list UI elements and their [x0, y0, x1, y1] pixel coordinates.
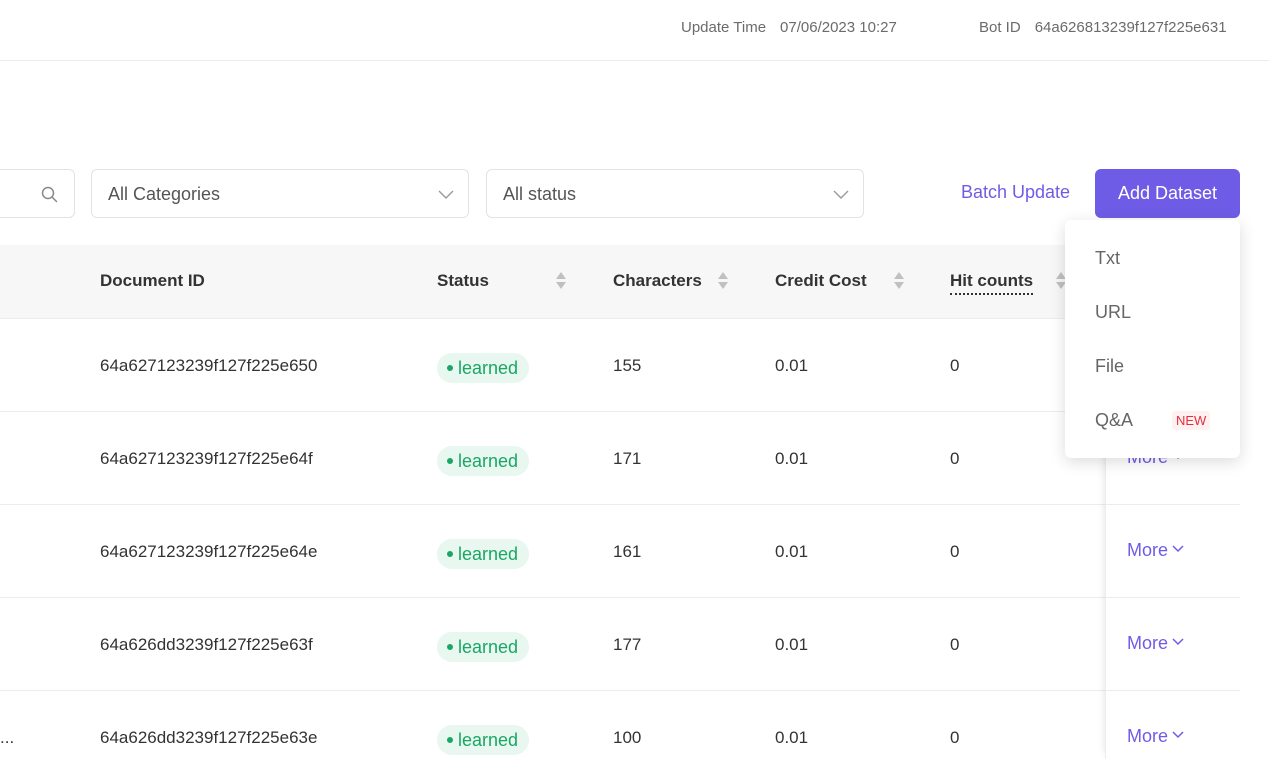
update-time-value: 07/06/2023 10:27	[780, 19, 897, 36]
status-badge: learned	[437, 353, 530, 383]
column-header-credit-cost[interactable]: Credit Cost	[775, 271, 867, 291]
characters-cell: 177	[613, 635, 642, 654]
table-row: 64a627123239f127f225e650 learned 155 0.0…	[0, 319, 1240, 412]
document-id-cell: 64a627123239f127f225e650	[100, 356, 318, 375]
sort-icon[interactable]	[718, 272, 728, 290]
add-dataset-menu: Txt URL File Q&A NEW	[1065, 220, 1240, 458]
status-badge: learned	[437, 632, 530, 662]
hit-counts-cell: 0	[950, 449, 960, 468]
credit-cost-cell: 0.01	[775, 449, 809, 468]
hit-counts-cell: 0	[950, 356, 960, 375]
status-badge-label: learned	[458, 358, 519, 378]
chevron-down-icon	[833, 190, 849, 199]
add-dataset-button[interactable]: Add Dataset	[1095, 169, 1240, 218]
document-id-cell: 64a626dd3239f127f225e63e	[100, 728, 318, 747]
chevron-down-icon	[1172, 731, 1184, 739]
menu-item-qa[interactable]: Q&A	[1095, 410, 1133, 431]
truncated-name-cell: ...	[0, 728, 15, 747]
new-badge: NEW	[1172, 411, 1211, 430]
column-header-status[interactable]: Status	[437, 271, 489, 291]
more-button-label: More	[1127, 540, 1169, 560]
batch-update-link[interactable]: Batch Update	[961, 182, 1070, 203]
status-badge: learned	[437, 446, 530, 476]
hit-counts-cell: 0	[950, 635, 960, 654]
status-badge-label: learned	[458, 637, 519, 657]
status-select-value: All status	[503, 184, 577, 204]
status-badge-label: learned	[458, 544, 519, 564]
column-header-hit-counts[interactable]: Hit counts	[950, 271, 1034, 295]
status-badge-label: learned	[458, 730, 519, 750]
chevron-down-icon	[1172, 545, 1184, 553]
status-select[interactable]: All status	[486, 169, 864, 218]
characters-cell: 100	[613, 728, 642, 747]
search-input[interactable]	[0, 169, 75, 218]
update-time: Update Time 07/06/2023 10:27	[681, 19, 897, 36]
credit-cost-cell: 0.01	[775, 635, 809, 654]
more-button-label: More	[1127, 633, 1169, 653]
more-button[interactable]: More	[1127, 633, 1184, 654]
sort-icon[interactable]	[556, 272, 566, 290]
category-select[interactable]: All Categories	[91, 169, 469, 218]
bot-id-value: 64a626813239f127f225e631	[1034, 19, 1227, 36]
table-row: 64a627123239f127f225e64f learned 171 0.0…	[0, 412, 1240, 505]
menu-item-file[interactable]: File	[1095, 356, 1124, 377]
credit-cost-cell: 0.01	[775, 728, 809, 747]
more-button[interactable]: More	[1127, 540, 1184, 561]
table-row: 64a627123239f127f225e64e learned 161 0.0…	[0, 505, 1240, 598]
category-select-value: All Categories	[108, 184, 221, 204]
table-row: 64a626dd3239f127f225e63f learned 177 0.0…	[0, 598, 1240, 691]
hit-counts-cell: 0	[950, 542, 960, 561]
bot-id-label: Bot ID	[979, 19, 1021, 36]
chevron-down-icon	[438, 190, 454, 199]
document-id-cell: 64a627123239f127f225e64f	[100, 449, 313, 468]
bot-id: Bot ID 64a626813239f127f225e631	[979, 19, 1227, 36]
document-id-cell: 64a626dd3239f127f225e63f	[100, 635, 313, 654]
table-header: Document ID Status Characters Credit Cos…	[0, 245, 1240, 319]
credit-cost-cell: 0.01	[775, 356, 809, 375]
column-header-document-id: Document ID	[100, 271, 205, 290]
status-badge-label: learned	[458, 451, 519, 471]
more-button-label: More	[1127, 726, 1169, 746]
credit-cost-cell: 0.01	[775, 542, 809, 561]
top-bar: Update Time 07/06/2023 10:27 Bot ID 64a626…	[0, 0, 1269, 61]
sort-icon[interactable]	[894, 272, 904, 290]
column-header-characters[interactable]: Characters	[613, 271, 702, 291]
search-icon	[41, 186, 58, 203]
characters-cell: 171	[613, 449, 642, 468]
more-button[interactable]: More	[1127, 726, 1184, 747]
menu-item-url[interactable]: URL	[1095, 302, 1131, 323]
menu-item-txt[interactable]: Txt	[1095, 248, 1120, 269]
document-id-cell: 64a627123239f127f225e64e	[100, 542, 318, 561]
update-time-label: Update Time	[681, 19, 767, 36]
characters-cell: 161	[613, 542, 642, 561]
table-row: ... 64a626dd3239f127f225e63e learned 100…	[0, 691, 1240, 759]
status-badge: learned	[437, 539, 530, 569]
chevron-down-icon	[1172, 638, 1184, 646]
characters-cell: 155	[613, 356, 642, 375]
hit-counts-cell: 0	[950, 728, 960, 747]
status-badge: learned	[437, 725, 530, 755]
